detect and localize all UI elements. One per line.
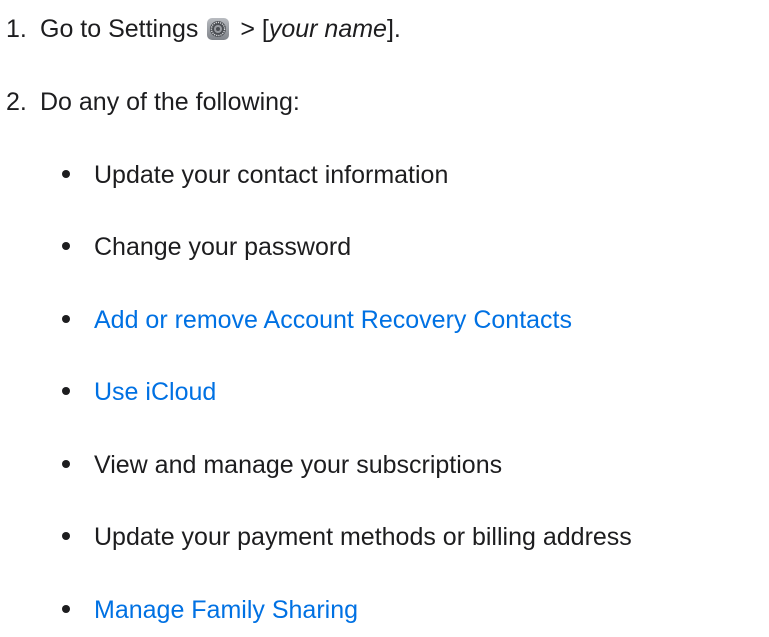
bullet [62, 242, 70, 251]
list-item: Update your contact information [62, 160, 448, 190]
step-2: 2. Do any of the following: [6, 87, 300, 117]
bullet [62, 605, 70, 614]
list-item-label: Update your payment methods or billing a… [94, 523, 632, 551]
step-1-text-after: > [ [240, 15, 269, 43]
your-name-placeholder: your name [268, 15, 387, 43]
bullet [62, 387, 70, 396]
manage-family-sharing-link[interactable]: Manage Family Sharing [94, 596, 358, 624]
settings-gear-icon [207, 17, 230, 40]
step-number: 1. [6, 15, 27, 43]
step-1-text: Go to Settings [40, 15, 199, 43]
bullet [62, 315, 70, 324]
bullet [62, 460, 70, 469]
list-item: Change your password [62, 232, 351, 262]
step-1: 1. Go to Settings > [your name]. [6, 14, 401, 44]
list-item: View and manage your subscriptions [62, 450, 502, 480]
list-item-label: View and manage your subscriptions [94, 451, 503, 479]
list-item-label: Change your password [94, 233, 352, 261]
list-item: Update your payment methods or billing a… [62, 522, 632, 552]
list-item: Use iCloud [62, 377, 216, 407]
account-recovery-contacts-link[interactable]: Add or remove Account Recovery Contacts [94, 306, 572, 334]
step-1-text-end: ]. [386, 15, 401, 43]
list-item: Manage Family Sharing [62, 595, 358, 625]
step-number: 2. [6, 88, 27, 116]
use-icloud-link[interactable]: Use iCloud [94, 378, 216, 406]
list-item: Add or remove Account Recovery Contacts [62, 305, 572, 335]
bullet [62, 170, 70, 179]
bullet [62, 532, 70, 541]
list-item-label: Update your contact information [94, 161, 449, 189]
step-2-text: Do any of the following: [40, 88, 300, 116]
